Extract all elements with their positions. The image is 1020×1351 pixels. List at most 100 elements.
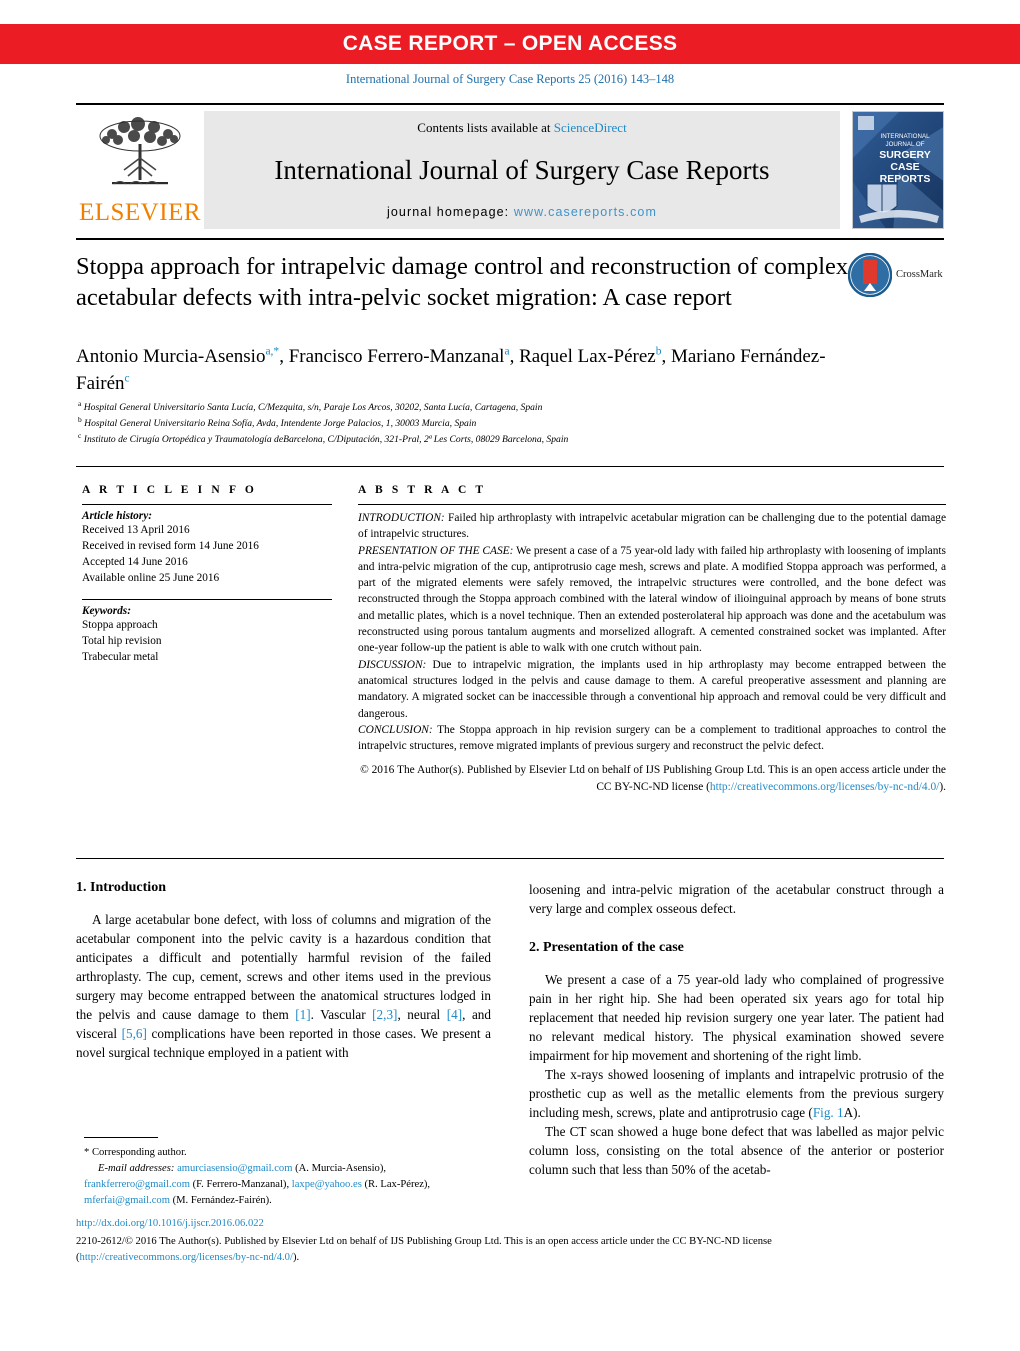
abstract-rule bbox=[358, 504, 946, 505]
section-heading-presentation: 2. Presentation of the case bbox=[529, 940, 684, 955]
article-history-item: Received in revised form 14 June 2016 bbox=[82, 540, 259, 553]
abstract-bottom-rule bbox=[76, 858, 944, 859]
email-owner-2: (F. Ferrero-Manzanal), bbox=[192, 1178, 290, 1190]
abstract-section-label: DISCUSSION: bbox=[358, 658, 427, 671]
svg-text:JOURNAL OF: JOURNAL OF bbox=[886, 141, 925, 148]
affiliation-list: a Hospital General Universitario Santa L… bbox=[78, 400, 898, 447]
cc-license-link[interactable]: http://creativecommons.org/licenses/by-n… bbox=[710, 781, 939, 793]
banner-label: CASE REPORT – OPEN ACCESS bbox=[342, 32, 678, 55]
footnote-separator bbox=[84, 1137, 158, 1138]
abstract-section-label: CONCLUSION: bbox=[358, 723, 433, 736]
homepage-prefix: journal homepage: bbox=[387, 205, 514, 219]
email-owner-3: (R. Lax-Pérez), bbox=[364, 1178, 431, 1190]
info-abstract-top-rule bbox=[76, 466, 944, 467]
journal-info-panel: Contents lists available at ScienceDirec… bbox=[204, 111, 840, 229]
case-text-a: The x-rays showed loosening of implants … bbox=[529, 1067, 944, 1120]
abstract-body: INTRODUCTION: Failed hip arthroplasty wi… bbox=[358, 510, 946, 754]
case-paragraph-1: We present a case of a 75 year-old lady … bbox=[529, 972, 944, 1063]
journal-masthead: ELSEVIER Contents lists available at Sci… bbox=[76, 103, 944, 229]
elsevier-tree-icon bbox=[99, 117, 181, 185]
abstract-section-text: The Stoppa approach in hip revision surg… bbox=[358, 723, 946, 753]
article-history-item: Received 13 April 2016 bbox=[82, 524, 190, 536]
sciencedirect-link[interactable]: ScienceDirect bbox=[554, 120, 627, 135]
figure-link-fig1[interactable]: Fig. 1 bbox=[813, 1105, 844, 1120]
footer-block: http://dx.doi.org/10.1016/j.ijscr.2016.0… bbox=[76, 1216, 944, 1266]
affiliation-mark: a bbox=[78, 398, 82, 408]
crossmark-badge[interactable]: CrossMark bbox=[848, 252, 946, 298]
email-addresses-label: E-mail addresses: bbox=[98, 1162, 175, 1174]
email-owner-4: (M. Fernández-Fairén). bbox=[172, 1194, 272, 1206]
intro-text-a: A large acetabular bone defect, with los… bbox=[76, 912, 491, 1022]
svg-text:INTERNATIONAL: INTERNATIONAL bbox=[880, 133, 930, 140]
keywords-rule bbox=[82, 599, 332, 601]
footnote-block: * Corresponding author. E-mail addresses… bbox=[84, 1145, 504, 1209]
abstract-section: CONCLUSION: The Stoppa approach in hip r… bbox=[358, 722, 946, 755]
elsevier-wordmark: ELSEVIER bbox=[78, 199, 202, 226]
intro-text-c: , neural bbox=[397, 1007, 447, 1022]
affiliation-item: c Instituto de Cirugía Ortopédica y Trau… bbox=[78, 431, 898, 448]
email-link-2[interactable]: frankferrero@gmail.com bbox=[84, 1179, 190, 1190]
svg-text:SURGERY: SURGERY bbox=[879, 149, 931, 161]
abstract-section-label: PRESENTATION OF THE CASE: bbox=[358, 544, 514, 557]
keywords-label: Keywords: bbox=[82, 605, 131, 618]
intro-continuation-paragraph: loosening and intra-pelvic migration of … bbox=[529, 882, 944, 916]
svg-text:CASE: CASE bbox=[890, 161, 919, 173]
keyword-item: Total hip revision bbox=[82, 635, 162, 648]
keyword-item: Stoppa approach bbox=[82, 619, 158, 632]
authors-text: Antonio Murcia-Asensioa,*, Francisco Fer… bbox=[76, 345, 826, 394]
title-block: Stoppa approach for intrapelvic damage c… bbox=[76, 252, 866, 314]
journal-citation-line: International Journal of Surgery Case Re… bbox=[345, 72, 675, 86]
citation-ref-2[interactable]: [2,3] bbox=[372, 1007, 397, 1022]
article-info-heading: A R T I C L E I N F O bbox=[82, 484, 257, 496]
issn-license-line: 2210-2612/© 2016 The Author(s). Publishe… bbox=[76, 1234, 944, 1266]
abstract-section-text: Due to intrapelvic migration, the implan… bbox=[358, 658, 946, 720]
citation-ref-4[interactable]: [5,6] bbox=[122, 1026, 147, 1041]
affiliation-item: a Hospital General Universitario Santa L… bbox=[78, 400, 898, 416]
abstract-section-label: INTRODUCTION: bbox=[358, 512, 445, 524]
journal-homepage-link[interactable]: www.casereports.com bbox=[514, 205, 657, 219]
intro-text-b: . Vascular bbox=[310, 1007, 373, 1022]
article-history-item: Available online 25 June 2016 bbox=[82, 572, 220, 585]
doi-link[interactable]: http://dx.doi.org/10.1016/j.ijscr.2016.0… bbox=[76, 1216, 944, 1232]
abstract-copyright: © 2016 The Author(s). Published by Elsev… bbox=[358, 762, 946, 795]
abstract-section: DISCUSSION: Due to intrapelvic migration… bbox=[358, 657, 946, 722]
affiliation-text: Instituto de Cirugía Ortopédica y Trauma… bbox=[83, 433, 569, 445]
email-owner-1: (A. Murcia-Asensio), bbox=[295, 1162, 386, 1174]
paper-title: Stoppa approach for intrapelvic damage c… bbox=[76, 253, 849, 311]
email-link-1[interactable]: amurciasensio@gmail.com bbox=[177, 1163, 292, 1174]
journal-cover-art: INTERNATIONAL JOURNAL OF SURGERY CASE RE… bbox=[853, 112, 943, 228]
corresponding-author-note: * Corresponding author. bbox=[84, 1147, 187, 1158]
abstract-section: PRESENTATION OF THE CASE: We present a c… bbox=[358, 543, 946, 657]
email-line-2: frankferrero@gmail.com (F. Ferrero-Manza… bbox=[84, 1177, 504, 1193]
email-line-3: mferfai@gmail.com (M. Fernández-Fairén). bbox=[84, 1193, 504, 1209]
contents-available-line: Contents lists available at ScienceDirec… bbox=[417, 120, 626, 136]
intro-paragraph: A large acetabular bone defect, with los… bbox=[76, 910, 491, 1062]
keyword-item: Trabecular metal bbox=[82, 651, 159, 664]
crossmark-label: CrossMark bbox=[896, 268, 943, 280]
journal-title: International Journal of Surgery Case Re… bbox=[274, 155, 770, 185]
affiliation-mark: b bbox=[78, 414, 82, 424]
svg-text:REPORTS: REPORTS bbox=[880, 173, 931, 185]
case-paragraph-3: The CT scan showed a huge bone defect th… bbox=[529, 1124, 944, 1177]
citation-ref-1[interactable]: [1] bbox=[295, 1007, 310, 1022]
email-addresses-note: E-mail addresses: amurciasensio@gmail.co… bbox=[84, 1161, 504, 1177]
elsevier-logo: ELSEVIER bbox=[76, 111, 204, 229]
issn-tail: ). bbox=[292, 1251, 300, 1263]
journal-homepage-line: journal homepage: www.casereports.com bbox=[387, 205, 657, 219]
affiliation-item: b Hospital General Universitario Reina S… bbox=[78, 414, 898, 432]
article-history-label: Article history: bbox=[82, 510, 152, 522]
citation-ref-3[interactable]: [4] bbox=[447, 1007, 462, 1022]
email-link-3[interactable]: laxpe@yahoo.es bbox=[292, 1179, 362, 1190]
body-column-right: loosening and intra-pelvic migration of … bbox=[529, 880, 944, 1179]
footer-license-link[interactable]: http://creativecommons.org/licenses/by-n… bbox=[80, 1252, 293, 1263]
crossmark-icon bbox=[848, 253, 892, 297]
copyright-tail: ). bbox=[939, 780, 946, 793]
open-access-banner: CASE REPORT – OPEN ACCESS bbox=[0, 24, 1020, 64]
author-list: Antonio Murcia-Asensioa,*, Francisco Fer… bbox=[76, 344, 876, 398]
journal-cover-thumbnail[interactable]: INTERNATIONAL JOURNAL OF SURGERY CASE RE… bbox=[852, 111, 944, 229]
email-link-4[interactable]: mferfai@gmail.com bbox=[84, 1195, 170, 1206]
section-heading-introduction: 1. Introduction bbox=[76, 880, 166, 895]
abstract-section: INTRODUCTION: Failed hip arthroplasty wi… bbox=[358, 510, 946, 543]
abstract-section-text: Failed hip arthroplasty with intrapelvic… bbox=[358, 512, 946, 541]
